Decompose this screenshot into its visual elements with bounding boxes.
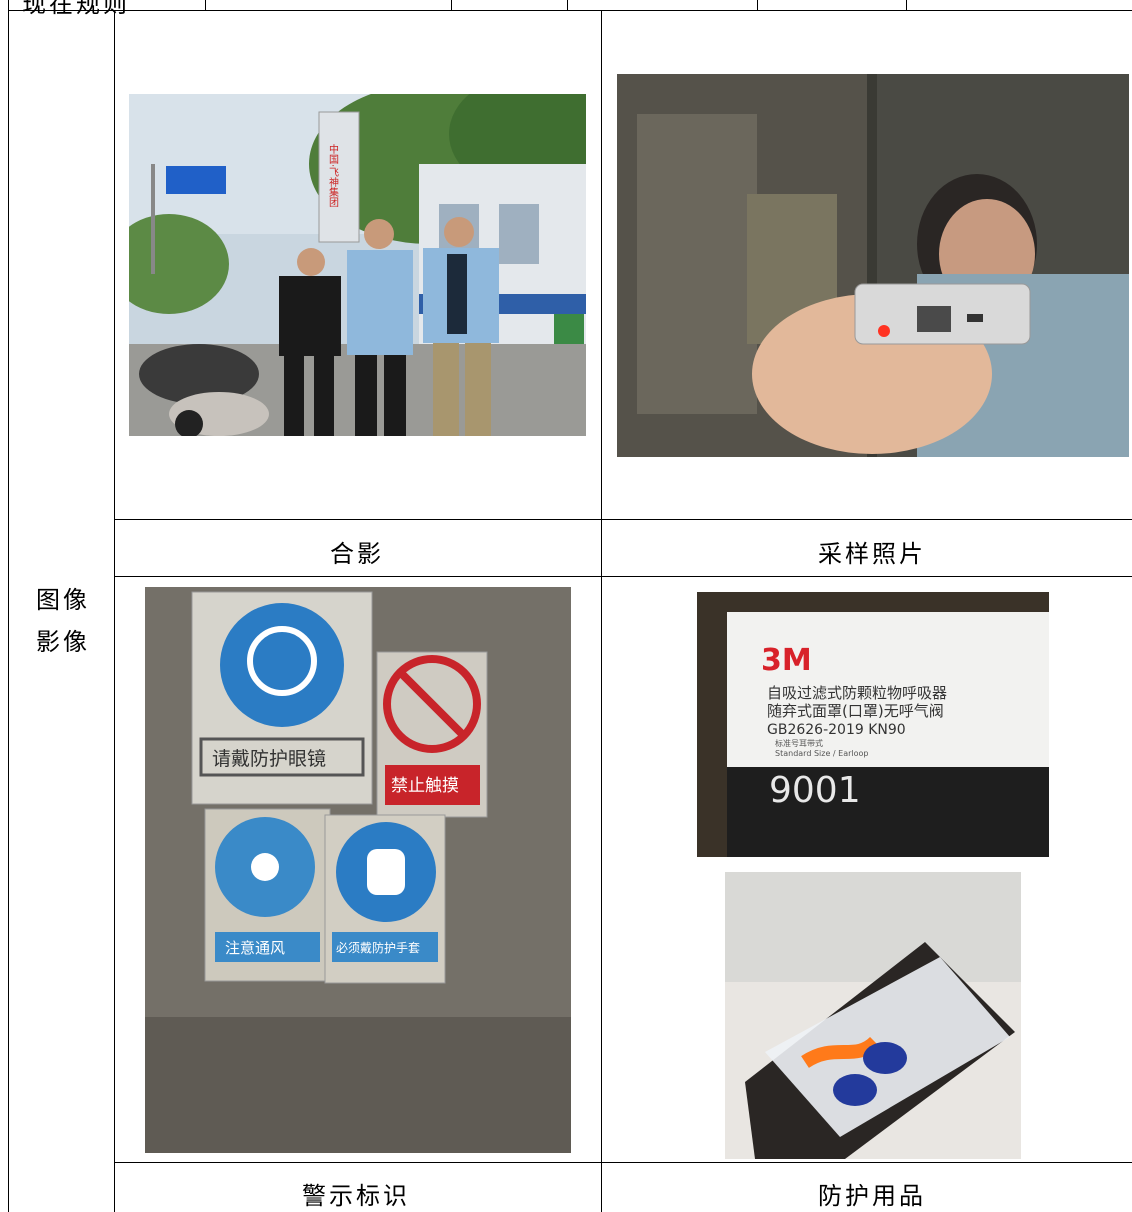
caption-group-photo: 合影: [330, 540, 384, 568]
sampling-photo: [617, 74, 1129, 457]
header-divider-1: [205, 0, 206, 11]
section-label-line2: 影像: [36, 628, 90, 656]
sign-no-touch-text: 禁止触摸: [391, 776, 459, 796]
caption-warning-signs: 警示标识: [302, 1182, 410, 1210]
mask-standard-text: GB2626-2019 KN90: [767, 722, 906, 738]
company-sign-text: 中国·飞神集团: [327, 143, 339, 208]
sign-goggles-text: 请戴防护眼镜: [212, 748, 326, 770]
earplugs-photo: [725, 872, 1021, 1159]
table-border-top: [8, 10, 1132, 11]
mask-model-text: 9001: [769, 770, 861, 811]
section-label-line1: 图像: [36, 586, 90, 614]
sign-ventilation-text: 注意通风: [225, 939, 285, 957]
sign-gloves-text: 必须戴防护手套: [336, 940, 420, 955]
header-partial-label: 现在规则: [22, 0, 130, 18]
caption-row-top-1: [114, 519, 1132, 520]
label-column-divider: [114, 10, 115, 1212]
header-divider-4: [757, 0, 758, 11]
mask-brand-text: 3M: [761, 643, 812, 678]
caption-sampling-photo: 采样照片: [818, 540, 926, 568]
mask-package-photo: 3M 自吸过滤式防颗粒物呼吸器 随弃式面罩(口罩)无呼气阀 GB2626-201…: [697, 592, 1049, 857]
mask-size-en: Standard Size / Earloop: [775, 749, 868, 758]
header-divider-3: [567, 0, 568, 11]
center-column-divider: [601, 10, 602, 1212]
caption-protective-equipment: 防护用品: [818, 1182, 926, 1210]
header-divider-5: [906, 0, 907, 11]
mask-size-cn: 标准号耳带式: [775, 738, 823, 748]
mask-desc-line2: 随弃式面罩(口罩)无呼气阀: [767, 702, 944, 720]
caption-row-bottom-1: [114, 576, 1132, 577]
group-photo: 中国·飞神集团: [129, 94, 586, 436]
table-border-left: [8, 0, 9, 1212]
header-divider-2: [451, 0, 452, 11]
warning-signs-photo: 请戴防护眼镜 禁止触摸 注意通风 必须戴防护手套: [145, 587, 571, 1153]
caption-row-top-2: [114, 1162, 1132, 1163]
mask-desc-line1: 自吸过滤式防颗粒物呼吸器: [767, 684, 947, 702]
